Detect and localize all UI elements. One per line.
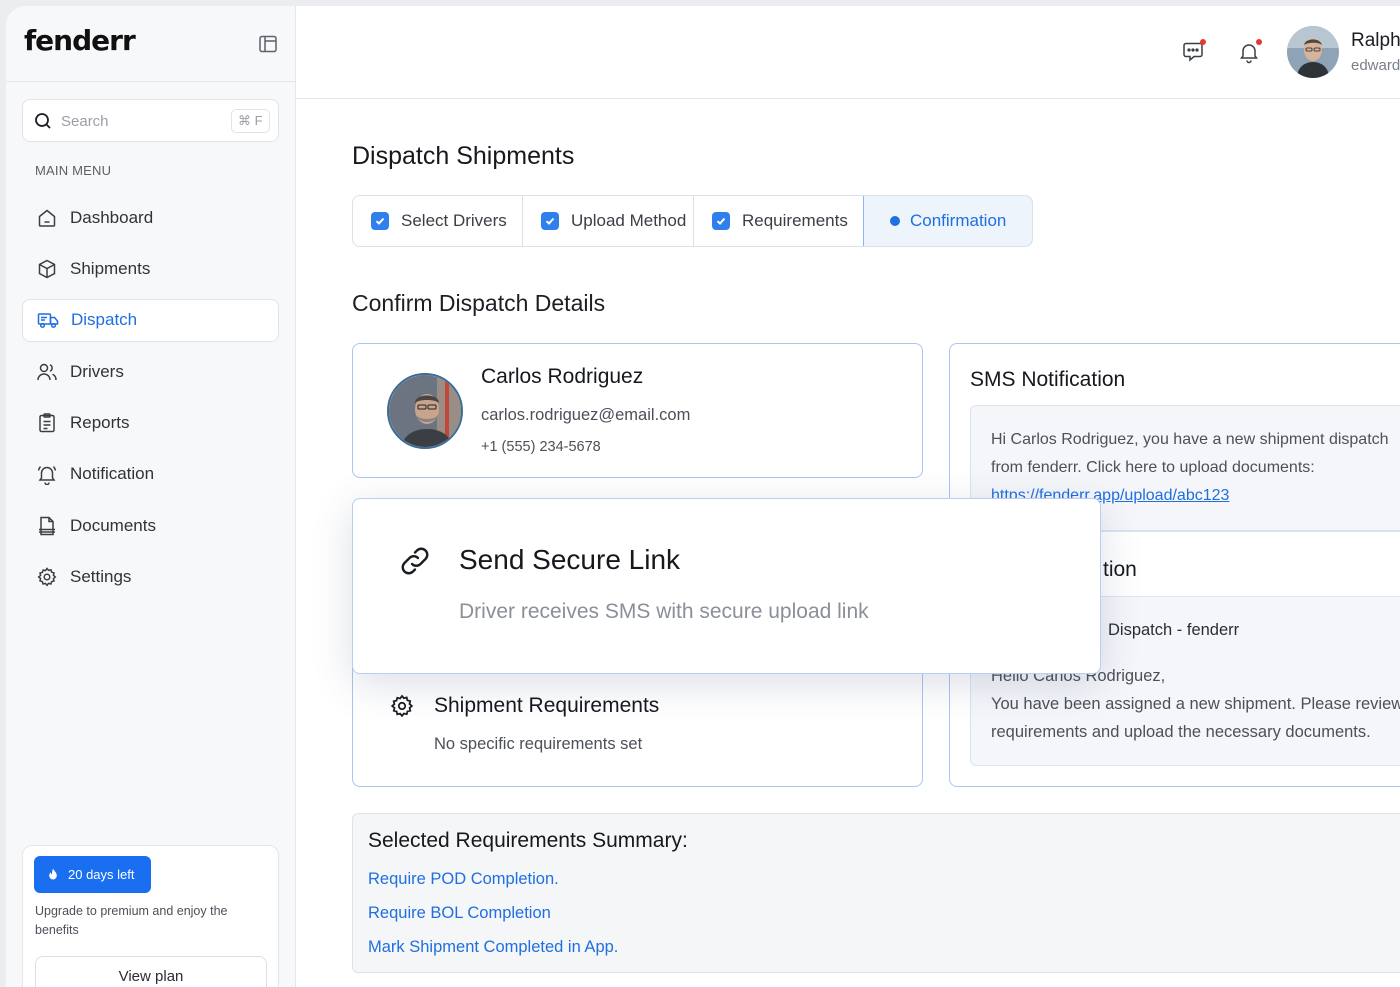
checkbox-checked-icon (541, 212, 559, 230)
summary-item[interactable]: Require POD Completion. (368, 869, 618, 903)
home-icon (38, 209, 56, 227)
step-upload-method[interactable]: Upload Method (523, 196, 694, 246)
user-name: Ralph (1351, 30, 1400, 51)
box-icon (38, 259, 56, 279)
main-nav: Dashboard Shipments Dispatch Drivers Rep… (22, 196, 279, 607)
dispatch-stepper: Select Drivers Upload Method Requirement… (352, 195, 1033, 247)
popover-title: Send Secure Link (459, 544, 681, 575)
users-icon (37, 363, 57, 380)
step-label: Select Drivers (401, 211, 507, 230)
upgrade-promo: 20 days left Upgrade to premium and enjo… (22, 845, 279, 987)
popover-subtitle: Driver receives SMS with secure upload l… (459, 600, 869, 623)
sidebar-item-label: Reports (70, 413, 130, 433)
notifications-button[interactable] (1236, 39, 1262, 65)
section-title: Confirm Dispatch Details (352, 290, 606, 316)
checkbox-checked-icon (712, 212, 730, 230)
driver-name: Carlos Rodriguez (481, 365, 644, 388)
unread-dot (1200, 39, 1206, 45)
driver-card: Carlos Rodriguez carlos.rodriguez@email.… (352, 343, 923, 478)
search-shortcut: ⌘ F (231, 109, 270, 133)
user-avatar-image (1287, 26, 1339, 78)
brand-logo: fenderr (24, 24, 136, 57)
requirements-summary: Selected Requirements Summary: Require P… (352, 813, 1400, 973)
requirements-title: Shipment Requirements (434, 694, 660, 717)
link-icon (401, 547, 429, 575)
sidebar-divider (6, 81, 296, 82)
step-label: Confirmation (910, 211, 1007, 230)
messages-button[interactable] (1180, 39, 1206, 65)
sidebar-item-label: Notification (70, 464, 155, 484)
sidebar-item-notification[interactable]: Notification (22, 453, 279, 496)
page-title: Dispatch Shipments (352, 142, 575, 170)
driver-email: carlos.rodriguez@email.com (481, 406, 691, 424)
sms-message: Hi Carlos Rodriguez, you have a new ship… (991, 431, 1389, 476)
sms-title: SMS Notification (970, 368, 1126, 391)
search-icon (35, 113, 51, 129)
search-box[interactable]: ⌘ F (22, 99, 279, 142)
truck-icon (37, 313, 59, 329)
summary-item[interactable]: Require BOL Completion (368, 903, 618, 937)
sidebar-item-drivers[interactable]: Drivers (22, 350, 279, 393)
sidebar-item-dashboard[interactable]: Dashboard (22, 196, 279, 239)
sidebar-item-label: Shipments (70, 258, 151, 278)
unread-dot (1256, 39, 1262, 45)
sidebar: fenderr ⌘ F MAIN MENU Dashboard Shipment… (6, 6, 296, 987)
email-body: Hello Carlos Rodriguez, You have been as… (991, 662, 1400, 746)
main-menu-label: MAIN MENU (35, 163, 112, 178)
top-header: Ralph edward (296, 6, 1400, 99)
email-subject: Dispatch - fenderr (1108, 621, 1240, 639)
driver-avatar (387, 373, 463, 449)
current-step-dot-icon (890, 216, 900, 226)
view-plan-button[interactable]: View plan (35, 956, 267, 987)
sidebar-item-label: Drivers (70, 361, 124, 381)
gear-icon (37, 567, 57, 587)
gear-icon (390, 694, 414, 718)
step-label: Upload Method (571, 211, 687, 230)
summary-title: Selected Requirements Summary: (368, 829, 688, 852)
flame-icon (49, 868, 57, 879)
sidebar-item-label: Dashboard (70, 207, 154, 227)
send-secure-link-popover[interactable]: Send Secure Link Driver receives SMS wit… (352, 498, 1101, 674)
email-body-text: You have been assigned a new shipment. P… (991, 695, 1400, 741)
search-input[interactable] (61, 110, 221, 132)
bell-icon (37, 466, 57, 486)
requirements-subtitle: No specific requirements set (434, 735, 643, 753)
sidebar-item-label: Settings (70, 567, 132, 587)
sidebar-item-dispatch[interactable]: Dispatch (22, 298, 279, 342)
clipboard-icon (39, 413, 55, 433)
user-email: edward (1351, 57, 1400, 74)
sidebar-item-label: Dispatch (71, 310, 138, 330)
trial-badge: 20 days left (34, 856, 151, 893)
sidebar-item-settings[interactable]: Settings (22, 556, 279, 599)
sidebar-toggle-icon[interactable] (258, 34, 278, 54)
email-title: tion (1103, 558, 1137, 581)
sidebar-item-shipments[interactable]: Shipments (22, 247, 279, 290)
step-confirmation[interactable]: Confirmation (863, 196, 1032, 246)
step-select-drivers[interactable]: Select Drivers (353, 196, 523, 246)
step-label: Requirements (742, 211, 848, 230)
checkbox-checked-icon (371, 212, 389, 230)
driver-photo-image (389, 375, 461, 447)
document-icon (39, 516, 55, 536)
promo-text: Upgrade to premium and enjoy the benefit… (35, 904, 228, 937)
summary-list: Require POD Completion. Require BOL Comp… (368, 869, 618, 971)
step-requirements[interactable]: Requirements (694, 196, 864, 246)
trial-badge-label: 20 days left (68, 867, 135, 882)
user-avatar[interactable] (1287, 26, 1339, 78)
sidebar-item-documents[interactable]: Documents (22, 504, 279, 547)
sidebar-item-label: Documents (70, 515, 156, 535)
summary-item[interactable]: Mark Shipment Completed in App. (368, 937, 618, 971)
sidebar-item-reports[interactable]: Reports (22, 402, 279, 445)
driver-phone: +1 (555) 234-5678 (481, 439, 601, 455)
app-window: fenderr ⌘ F MAIN MENU Dashboard Shipment… (6, 6, 1400, 987)
